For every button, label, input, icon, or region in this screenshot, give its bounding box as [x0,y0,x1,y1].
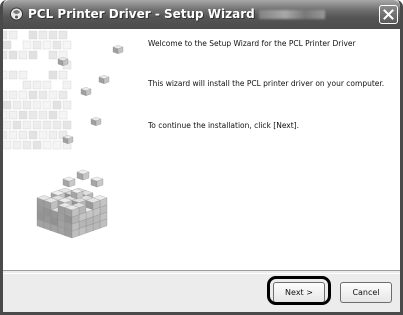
close-button[interactable] [379,5,398,24]
window-title-text: PCL Printer Driver - Setup Wizard [28,7,255,21]
title-bar[interactable]: PCL Printer Driver - Setup Wizard [3,0,400,29]
wizard-body: Welcome to the Setup Wizard for the PCL … [3,29,400,312]
window-title: PCL Printer Driver - Setup Wizard [28,7,325,21]
cancel-button[interactable]: Cancel [340,282,392,303]
welcome-heading: Welcome to the Setup Wizard for the PCL … [148,38,393,49]
close-icon [380,6,397,23]
cube-banner-image [3,29,134,270]
footer-divider [3,270,400,274]
instruction-text: To continue the installation, click [Nex… [148,120,393,131]
next-button-highlight [267,276,331,305]
title-version-text [259,10,325,19]
printer-driver-icon [9,7,24,21]
wizard-description: This wizard will install the PCL printer… [148,78,393,89]
wizard-content: Welcome to the Setup Wizard for the PCL … [134,29,400,270]
setup-wizard-window: PCL Printer Driver - Setup Wizard Welcom… [0,0,403,315]
